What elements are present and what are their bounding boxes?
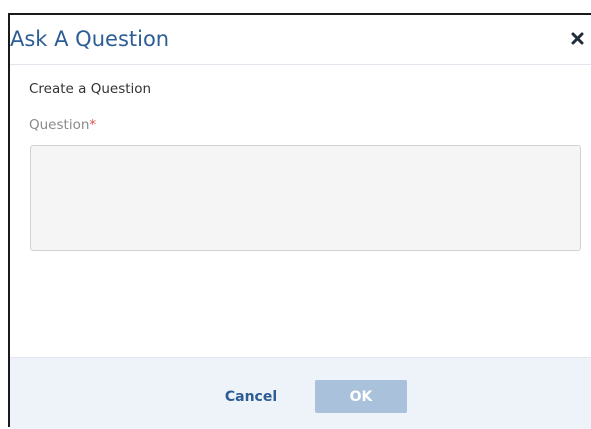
- dialog-title: Ask A Question: [10, 27, 170, 51]
- required-marker: *: [89, 117, 97, 133]
- question-field-label: Question*: [29, 117, 96, 133]
- cancel-button[interactable]: Cancel: [214, 381, 288, 413]
- ask-question-dialog: Ask A Question Create a Question Questio…: [8, 13, 591, 429]
- ok-button[interactable]: OK: [315, 380, 407, 413]
- dialog-footer: Cancel OK: [10, 357, 591, 429]
- close-icon[interactable]: [569, 29, 585, 47]
- dialog-header: Ask A Question: [10, 15, 591, 65]
- close-icon-glyph: [571, 32, 583, 44]
- question-textarea[interactable]: [30, 145, 581, 251]
- section-label: Create a Question: [29, 81, 152, 97]
- question-label-text: Question: [29, 117, 90, 133]
